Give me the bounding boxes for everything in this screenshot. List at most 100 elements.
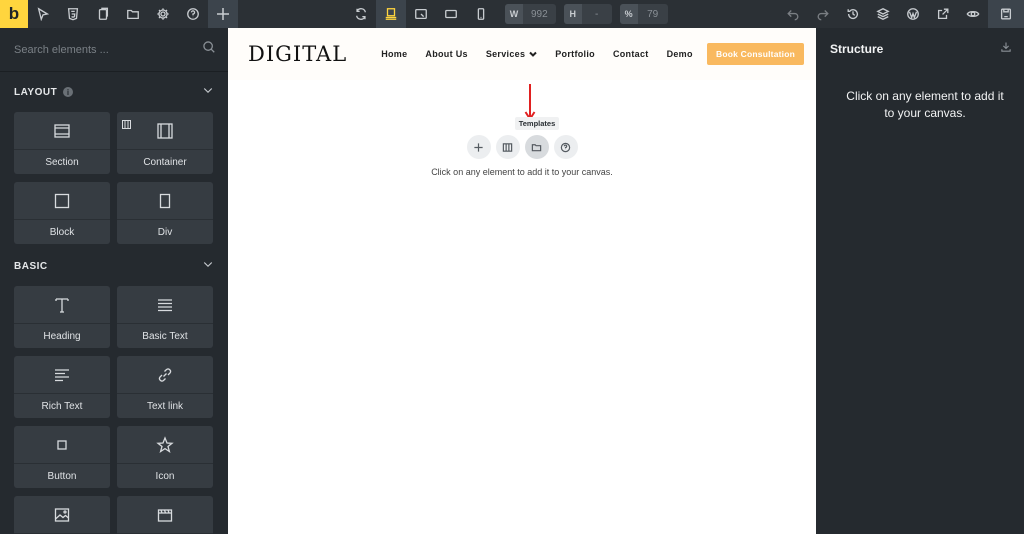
element-search xyxy=(0,28,228,72)
element-icon[interactable]: Icon xyxy=(117,426,213,488)
canvas-actions xyxy=(466,135,578,159)
width-field[interactable]: W 992 xyxy=(505,4,556,24)
element-basic-text[interactable]: Basic Text xyxy=(117,286,213,348)
html5-icon[interactable] xyxy=(58,0,88,28)
element-label: Section xyxy=(45,156,79,168)
element-heading[interactable]: Heading xyxy=(14,286,110,348)
element-section[interactable]: Section xyxy=(14,112,110,174)
chevron-down-icon xyxy=(529,51,537,57)
builder-app: b W 992 H - % 79 Search elements ... LAY… xyxy=(0,0,1024,534)
link-icon xyxy=(117,356,213,394)
empty-canvas-text: Click on any element to add it to your c… xyxy=(431,167,613,177)
help-icon[interactable] xyxy=(553,135,578,159)
mobile-icon[interactable] xyxy=(466,0,496,28)
basic-elements: Heading Basic Text Rich Text Text link B… xyxy=(0,286,228,534)
builder-canvas[interactable]: DIGITAL Home About Us Services Portfolio… xyxy=(228,28,816,534)
nav-link-demo[interactable]: Demo xyxy=(667,49,693,59)
height-field[interactable]: H - xyxy=(563,4,612,24)
external-link-icon[interactable] xyxy=(928,0,958,28)
chevron-down-icon[interactable] xyxy=(202,257,214,275)
group-header-layout[interactable]: LAYOUT i xyxy=(0,72,228,112)
zoom-label: % xyxy=(619,4,638,24)
element-block[interactable]: Block xyxy=(14,182,110,244)
tablet-icon[interactable] xyxy=(436,0,466,28)
height-value[interactable]: - xyxy=(582,9,612,20)
element-label: Block xyxy=(49,226,75,238)
gear-icon[interactable] xyxy=(148,0,178,28)
info-icon[interactable]: i xyxy=(63,87,74,97)
element-label: Text link xyxy=(146,400,184,412)
site-logo[interactable]: DIGITAL xyxy=(248,42,347,66)
dimension-inputs: W 992 H - % 79 xyxy=(505,0,676,28)
nav-link-portfolio[interactable]: Portfolio xyxy=(555,49,595,59)
site-nav: Home About Us Services Portfolio Contact… xyxy=(381,49,707,59)
text-lines-icon xyxy=(117,286,213,324)
empty-canvas-prompt: Templates Click on any element to add it… xyxy=(228,84,816,177)
cursor-icon[interactable] xyxy=(28,0,58,28)
right-toolbar xyxy=(778,0,1024,28)
add-element-button[interactable] xyxy=(208,0,238,28)
tablet-landscape-icon[interactable] xyxy=(406,0,436,28)
section-icon xyxy=(14,112,110,150)
search-icon[interactable] xyxy=(202,40,216,59)
group-title-layout: LAYOUT i xyxy=(14,87,74,98)
undo-icon[interactable] xyxy=(778,0,808,28)
star-icon xyxy=(117,426,213,464)
help-icon[interactable] xyxy=(178,0,208,28)
element-rich-text[interactable]: Rich Text xyxy=(14,356,110,418)
desktop-icon[interactable] xyxy=(376,0,406,28)
nav-link-contact[interactable]: Contact xyxy=(613,49,649,59)
element-div[interactable]: Div xyxy=(117,182,213,244)
eye-icon[interactable] xyxy=(958,0,988,28)
columns-icon xyxy=(122,116,131,129)
columns-icon[interactable] xyxy=(495,135,520,159)
block-icon xyxy=(14,182,110,220)
pages-icon[interactable] xyxy=(88,0,118,28)
search-input[interactable] xyxy=(14,43,202,56)
width-label: W xyxy=(505,4,523,24)
templates-folder-icon[interactable] xyxy=(524,135,549,159)
element-label: Heading xyxy=(43,330,81,342)
folder-icon[interactable] xyxy=(118,0,148,28)
refresh-icon[interactable] xyxy=(346,0,376,28)
element-label: Button xyxy=(47,470,77,482)
nav-link-services[interactable]: Services xyxy=(486,49,537,59)
structure-panel: Structure Click on any element to add it… xyxy=(816,28,1024,534)
element-label: Rich Text xyxy=(41,400,83,412)
history-icon[interactable] xyxy=(838,0,868,28)
wordpress-icon[interactable] xyxy=(898,0,928,28)
add-element-icon[interactable] xyxy=(466,135,491,159)
element-image[interactable] xyxy=(14,496,110,534)
element-label: Container xyxy=(143,156,187,168)
element-button[interactable]: Button xyxy=(14,426,110,488)
elements-panel: LAYOUT i Section Container Block Div xyxy=(0,28,228,534)
element-video[interactable] xyxy=(117,496,213,534)
site-header[interactable]: DIGITAL Home About Us Services Portfolio… xyxy=(228,28,816,80)
element-label: Div xyxy=(157,226,173,238)
breakpoint-toolbar xyxy=(346,0,496,28)
structure-header: Structure xyxy=(816,28,1024,70)
zoom-field[interactable]: % 79 xyxy=(619,4,668,24)
layers-icon[interactable] xyxy=(868,0,898,28)
nav-link-home[interactable]: Home xyxy=(381,49,407,59)
group-title-basic: BASIC xyxy=(14,260,48,272)
element-text-link[interactable]: Text link xyxy=(117,356,213,418)
nav-link-about[interactable]: About Us xyxy=(425,49,467,59)
rich-text-icon xyxy=(14,356,110,394)
redo-icon[interactable] xyxy=(808,0,838,28)
download-icon[interactable] xyxy=(1000,40,1012,58)
app-logo[interactable]: b xyxy=(0,0,28,28)
element-container[interactable]: Container xyxy=(117,112,213,174)
div-icon xyxy=(117,182,213,220)
width-value[interactable]: 992 xyxy=(523,9,556,20)
container-icon xyxy=(117,112,213,150)
video-icon xyxy=(117,496,213,534)
chevron-down-icon[interactable] xyxy=(202,83,214,101)
zoom-value[interactable]: 79 xyxy=(638,9,668,20)
structure-title: Structure xyxy=(830,42,884,56)
book-consultation-button[interactable]: Book Consultation xyxy=(707,43,804,65)
structure-empty-message: Click on any element to add it to your c… xyxy=(846,89,1004,120)
element-label: Basic Text xyxy=(142,330,188,342)
group-header-basic[interactable]: BASIC xyxy=(0,246,228,286)
save-icon[interactable] xyxy=(988,0,1024,28)
